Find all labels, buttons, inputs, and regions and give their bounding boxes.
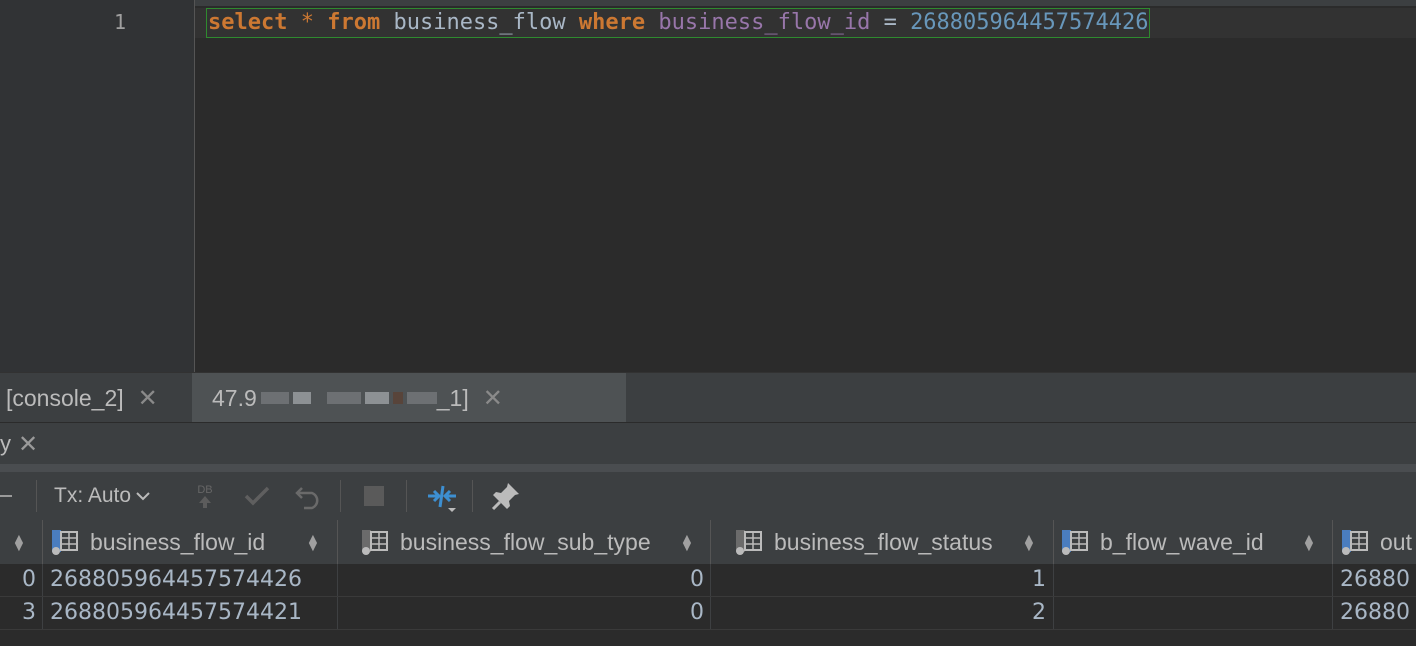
cell-status[interactable]: 2 (714, 597, 1046, 629)
collapse-icon[interactable] (0, 472, 14, 520)
column-separator (1332, 520, 1333, 564)
sort-icon[interactable]: ▲ ▼ (12, 531, 26, 553)
column-header-out[interactable]: out (1340, 520, 1416, 564)
cell-separator (710, 597, 711, 629)
cell-separator (1332, 597, 1333, 629)
column-header-business-flow-status[interactable]: business_flow_status (734, 520, 993, 564)
panel-separator (0, 464, 1416, 472)
cell-business-flow-id[interactable]: 268805964457574426 (50, 564, 334, 596)
redacted-text (392, 392, 403, 404)
table-column-icon (362, 530, 388, 555)
redacted-text (326, 392, 361, 404)
compare-icon[interactable] (424, 472, 460, 520)
chevron-down-icon (136, 492, 150, 501)
table-column-icon (1062, 530, 1088, 555)
operator-star: * (300, 10, 314, 35)
rollback-icon[interactable] (294, 472, 324, 520)
tab-label-end: _1] (436, 384, 469, 411)
column-separator (710, 520, 711, 564)
column-separator (1053, 520, 1054, 564)
cell-out[interactable]: 26880 (1340, 564, 1416, 596)
column-header-label: out (1380, 528, 1412, 555)
cell-separator (42, 597, 43, 629)
tab-console-2[interactable]: [console_2] ✕ (0, 373, 196, 423)
row-number: 3 (22, 600, 36, 625)
redacted-text (364, 392, 389, 404)
results-toolbar: Tx: Auto DB (0, 472, 1416, 520)
db-label: DB (197, 484, 213, 496)
results-grid-header: ▲ ▼ business_flow_id ▲ ▼ business_flow_sub… (0, 520, 1416, 565)
keyword-from: from (327, 10, 381, 35)
toolbar-separator (406, 480, 407, 512)
column-header-label: business_flow_sub_type (400, 528, 651, 555)
cell-wave-id[interactable] (1060, 597, 1328, 629)
keyword-where: where (578, 10, 646, 35)
cell-business-flow-id[interactable]: 268805964457574421 (50, 597, 334, 629)
column-name: business_flow_id (658, 10, 871, 35)
column-header-business-flow-id[interactable]: business_flow_id (50, 520, 265, 564)
cell-separator (1053, 597, 1054, 629)
table-column-icon (52, 530, 78, 555)
column-separator (337, 520, 338, 564)
close-icon[interactable]: ✕ (483, 384, 503, 413)
sort-icon[interactable]: ▲ ▼ (1302, 531, 1316, 553)
sort-icon[interactable]: ▲ ▼ (1022, 531, 1036, 553)
tab-label-start: 47.9 (212, 384, 257, 411)
editor-gutter (96, 0, 194, 372)
column-header-b-flow-wave-id[interactable]: b_flow_wave_id (1060, 520, 1264, 564)
tab-active-console[interactable]: 47.9 _1] ✕ (192, 373, 626, 423)
gutter-divider (194, 0, 195, 372)
redacted-text (292, 392, 311, 404)
cell-separator (337, 597, 338, 629)
stop-icon[interactable] (362, 472, 386, 520)
toolbar-separator (36, 480, 37, 512)
tx-mode-label: Tx: Auto (54, 484, 132, 507)
toolbar-separator (472, 480, 473, 512)
table-row[interactable]: 3 268805964457574421 0 2 26880 (0, 597, 1416, 630)
table-column-icon (1342, 530, 1368, 555)
table-column-icon (736, 530, 762, 555)
cell-separator (1332, 564, 1333, 596)
table-row[interactable]: 0 268805964457574426 0 1 26880 (0, 564, 1416, 597)
cell-status[interactable]: 1 (714, 564, 1046, 596)
column-header-business-flow-sub-type[interactable]: business_flow_sub_type (360, 520, 651, 564)
cell-separator (710, 564, 711, 596)
keyword-select: select (208, 10, 288, 35)
project-panel-edge (0, 0, 97, 372)
line-number: 1 (113, 10, 126, 34)
column-header-label: business_flow_status (774, 528, 993, 555)
operator-equals: = (883, 10, 897, 35)
cell-separator (42, 564, 43, 596)
close-icon[interactable]: ✕ (138, 384, 158, 413)
cell-wave-id[interactable] (1060, 564, 1328, 596)
services-tab-bar: y ✕ (0, 422, 1416, 465)
cell-separator (337, 564, 338, 596)
column-separator (42, 520, 43, 564)
redacted-text (406, 392, 437, 404)
commit-check-icon[interactable] (242, 472, 272, 520)
number-literal: 268805964457574426 (910, 10, 1149, 35)
tx-mode-dropdown[interactable]: Tx: Auto (54, 472, 153, 520)
table-name: business_flow (393, 10, 566, 35)
editor-top-border (96, 0, 1416, 6)
editor-tabs-bar: [console_2] ✕ 47.9 _1] ✕ (0, 372, 1416, 423)
sort-icon[interactable]: ▲ ▼ (680, 531, 694, 553)
db-commit-icon[interactable]: DB (190, 472, 220, 520)
cell-separator (1053, 564, 1054, 596)
pin-icon[interactable] (490, 472, 522, 520)
row-number: 0 (22, 567, 36, 592)
cell-out[interactable]: 26880 (1340, 597, 1416, 629)
column-header-label: business_flow_id (90, 528, 266, 555)
sort-icon[interactable]: ▲ ▼ (306, 531, 320, 553)
close-icon[interactable]: ✕ (18, 430, 38, 459)
services-tab-label[interactable]: y (0, 431, 11, 457)
toolbar-separator (340, 480, 341, 512)
redacted-text (260, 392, 289, 404)
cell-sub-type[interactable]: 0 (340, 564, 704, 596)
column-header-label: b_flow_wave_id (1100, 528, 1264, 555)
sql-statement[interactable]: select * from business_flow where busine… (206, 8, 1151, 38)
tab-label: [console_2] (6, 384, 124, 411)
cell-sub-type[interactable]: 0 (340, 597, 704, 629)
